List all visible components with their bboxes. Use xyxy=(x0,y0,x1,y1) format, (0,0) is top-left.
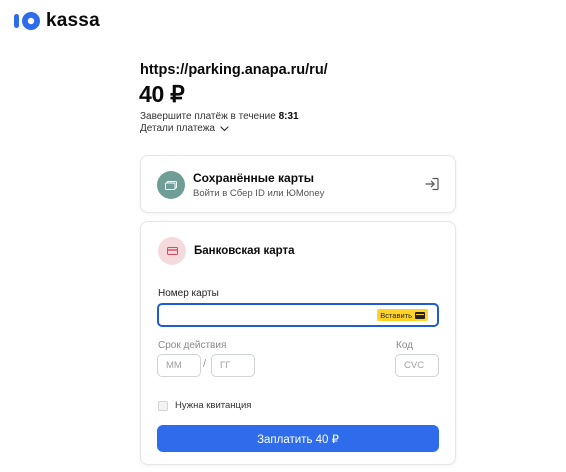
saved-cards-subtitle: Войти в Сбер ID или ЮMoney xyxy=(193,188,325,199)
paste-button[interactable]: Вставить xyxy=(377,309,428,321)
merchant-url: https://parking.anapa.ru/ru/ xyxy=(140,62,328,78)
login-icon[interactable] xyxy=(425,177,439,191)
payment-amount: 40 ₽ xyxy=(139,81,185,107)
bank-card-icon xyxy=(158,237,186,265)
saved-cards-option[interactable]: Сохранённые карты Войти в Сбер ID или ЮM… xyxy=(140,155,456,213)
timer-value: 8:31 xyxy=(278,111,299,122)
expiry-separator: / xyxy=(203,358,207,370)
card-icon xyxy=(157,171,185,199)
card-icon xyxy=(415,311,425,319)
paste-button-label: Вставить xyxy=(380,310,412,320)
bank-card-form: Банковская карта Номер карты Вставить Ср… xyxy=(140,221,456,465)
cvc-input[interactable]: CVC xyxy=(395,354,439,377)
expiry-year-input[interactable]: ГГ xyxy=(211,354,255,377)
expiry-month-input[interactable]: ММ xyxy=(157,354,201,377)
cvc-label: Код xyxy=(396,340,414,351)
card-number-field[interactable]: Вставить xyxy=(157,303,439,327)
timer-prefix: Завершите платёж в течение xyxy=(140,111,276,122)
checkout-page: kassa https://parking.anapa.ru/ru/ 40 ₽ … xyxy=(0,0,566,472)
card-number-label: Номер карты xyxy=(158,288,219,299)
logo-text: kassa xyxy=(46,10,100,31)
pay-button[interactable]: Заплатить 40 ₽ xyxy=(157,425,439,452)
chevron-down-icon xyxy=(220,125,229,131)
expiry-label: Срок действия xyxy=(158,340,227,351)
yoomoney-logo-icon xyxy=(14,12,40,30)
receipt-checkbox-label: Нужна квитанция xyxy=(175,400,252,411)
payment-timer: Завершите платёж в течение 8:31 xyxy=(140,111,299,122)
payment-details-label: Детали платежа xyxy=(140,123,215,134)
payment-details-toggle[interactable]: Детали платежа xyxy=(140,123,229,134)
receipt-checkbox[interactable] xyxy=(158,401,168,411)
bank-card-title: Банковская карта xyxy=(194,245,295,257)
saved-cards-title: Сохранённые карты xyxy=(193,171,315,185)
card-number-input[interactable] xyxy=(165,307,365,323)
kassa-logo: kassa xyxy=(14,10,100,32)
